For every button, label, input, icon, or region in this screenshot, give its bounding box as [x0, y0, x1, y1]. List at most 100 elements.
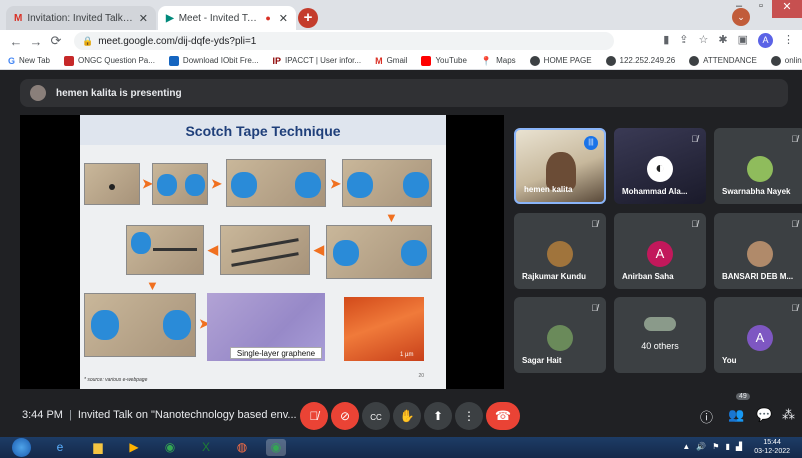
media-icon[interactable]: ▶ — [124, 439, 144, 456]
slide-photo — [326, 225, 432, 279]
bookmark-ongc[interactable]: ONGC Question Pa... — [64, 55, 155, 66]
maximize-button[interactable]: ▫ — [750, 0, 772, 18]
sidepanel-icon[interactable]: ▣ — [738, 33, 748, 48]
info-icon[interactable]: ⓘ — [700, 407, 713, 426]
camera-icon[interactable]: ▮ — [663, 33, 669, 48]
raise-hand-button[interactable]: ✋ — [393, 402, 421, 430]
flag-icon[interactable]: ⚑ — [712, 442, 719, 451]
mic-off-icon: 🎙̸ — [791, 303, 798, 313]
people-icon[interactable]: 👥 — [728, 407, 744, 423]
clock[interactable]: 15:44 03-12-2022 — [754, 438, 790, 456]
participant-tile[interactable]: 🎙̸ Swarnabha Nayek — [714, 128, 802, 204]
chat-icon[interactable]: 💬 — [756, 407, 772, 423]
mic-toggle-button[interactable]: 🎙̸ — [300, 402, 328, 430]
captions-icon: CC — [370, 413, 382, 422]
tab-gmail-invitation[interactable]: M Invitation: Invited Talk on "Nano ✕ — [6, 6, 156, 30]
meeting-title: Invited Talk on "Nanotechnology based en… — [77, 409, 297, 421]
captions-button[interactable]: CC — [362, 402, 390, 430]
meeting-time: 3:44 PM — [22, 409, 63, 421]
chrome-icon[interactable]: ◉ — [160, 439, 180, 456]
tab-meet[interactable]: ▶ Meet - Invited Talk on "Nano ● ✕ — [158, 6, 296, 30]
bookmark-new-tab[interactable]: G New Tab — [8, 56, 50, 66]
lock-icon: 🔒 — [82, 35, 94, 46]
avatar-group-icon — [644, 317, 676, 331]
bookmark-ipacct[interactable]: IP IPACCT | User infor... — [273, 56, 362, 66]
profile-avatar[interactable]: A — [758, 33, 773, 48]
signal-icon[interactable]: ▟ — [736, 442, 742, 451]
chrome-active-icon[interactable]: ◉ — [266, 439, 286, 456]
leave-call-button[interactable]: ☎ — [486, 402, 520, 430]
bookmark-ip-address[interactable]: 122.252.249.26 — [605, 55, 675, 66]
share-icon[interactable]: ⇪ — [679, 33, 688, 48]
folder-icon[interactable]: ▆ — [88, 439, 108, 456]
new-tab-button[interactable]: + — [298, 8, 318, 28]
close-icon[interactable]: ✕ — [279, 12, 288, 25]
globe-icon — [770, 55, 781, 66]
avatar: A — [747, 325, 773, 351]
back-icon[interactable]: ← — [6, 34, 26, 49]
bookmark-maps[interactable]: 📍 Maps — [481, 56, 516, 66]
close-icon[interactable]: ✕ — [139, 12, 148, 25]
chevron-up-icon[interactable]: ▲ — [682, 442, 690, 451]
extensions-icon[interactable]: ✱ — [718, 33, 727, 48]
participant-tile[interactable]: 🎙̸ ◐ Mohammad Ala... — [614, 128, 706, 204]
arrow-down-icon: ▼ — [385, 210, 398, 225]
network-icon[interactable]: ▮ — [725, 442, 729, 451]
participant-tile[interactable]: 🎙̸ Rajkumar Kundu — [514, 213, 606, 289]
bookmarks-bar: G New Tab ONGC Question Pa... Download IO… — [0, 52, 802, 70]
minimize-button[interactable]: – — [728, 0, 750, 18]
participant-tile[interactable]: ||| hemen kalita — [514, 128, 606, 204]
window-close-button[interactable]: ✕ — [772, 0, 802, 18]
bookmark-attendance[interactable]: ATTENDANCE — [689, 55, 757, 66]
forward-icon[interactable]: → — [26, 34, 46, 49]
menu-icon[interactable]: ⋮ — [783, 33, 794, 48]
slide-title: Scotch Tape Technique — [185, 123, 341, 139]
bookmark-home-page[interactable]: HOME PAGE — [529, 55, 592, 66]
reload-icon[interactable]: ⟳ — [46, 33, 66, 49]
others-count: 40 others — [641, 341, 679, 351]
participant-tile[interactable]: 🎙̸ BANSARI DEB M... — [714, 213, 802, 289]
arrow-left-icon: ◀ — [208, 242, 218, 257]
window-controls: – ▫ ✕ — [728, 0, 802, 22]
excel-icon[interactable]: X — [196, 439, 216, 456]
globe-icon — [529, 55, 540, 66]
more-options-button[interactable]: ⋮ — [455, 402, 483, 430]
address-bar[interactable]: 🔒 meet.google.com/dij-dqfe-yds?pli=1 — [74, 32, 614, 50]
participant-name: BANSARI DEB M... — [722, 272, 794, 281]
clock-date: 03-12-2022 — [754, 448, 790, 455]
participant-name: Rajkumar Kundu — [522, 272, 587, 281]
mic-off-icon: 🎙̸ — [791, 134, 798, 144]
presenting-banner: hemen kalita is presenting — [20, 79, 788, 107]
participant-tile-self[interactable]: 🎙̸ A You — [714, 297, 802, 373]
meeting-info: 3:44 PM | Invited Talk on "Nanotechnology … — [22, 409, 297, 421]
camera-toggle-button[interactable]: ⊘ — [331, 402, 359, 430]
firefox-icon[interactable]: ◍ — [232, 439, 252, 456]
others-tile[interactable]: 40 others — [614, 297, 706, 373]
arrow-left-icon: ◀ — [314, 242, 324, 257]
participant-tile[interactable]: 🎙̸ A Anirban Saha — [614, 213, 706, 289]
participant-tile[interactable]: 🎙̸ Sagar Hait — [514, 297, 606, 373]
bookmark-online-marks[interactable]: online marks — [770, 55, 802, 66]
presentation-view[interactable]: Scotch Tape Technique ➤ ➤ ➤ ▼ ◀ ◀ ▼ ➤ Si… — [20, 115, 504, 389]
slide-photo — [342, 159, 432, 207]
slide-photo — [84, 163, 140, 205]
bookmark-youtube[interactable]: YouTube — [421, 55, 467, 66]
bookmark-gmail[interactable]: M Gmail — [375, 56, 407, 66]
phone-hangup-icon: ☎ — [494, 408, 512, 423]
slide-photo — [220, 225, 310, 275]
avatar — [747, 156, 773, 182]
ie-icon[interactable]: e — [50, 439, 70, 456]
volume-icon[interactable]: 🔊 — [696, 442, 706, 451]
presenting-text: hemen kalita is presenting — [56, 87, 182, 99]
bookmark-icon — [64, 55, 74, 66]
star-icon[interactable]: ☆ — [699, 33, 709, 48]
start-button[interactable] — [12, 438, 31, 457]
bookmark-icon — [168, 55, 179, 66]
activities-icon[interactable]: ⁂ — [782, 407, 795, 423]
youtube-icon — [421, 55, 432, 66]
mic-off-icon: 🎙̸ — [309, 409, 319, 423]
gmail-icon: M — [375, 55, 383, 66]
present-button[interactable]: ⬆ — [424, 402, 452, 430]
tab-label: Invitation: Invited Talk on "Nano — [27, 12, 133, 24]
bookmark-iobit[interactable]: Download IObit Fre... — [168, 55, 259, 66]
